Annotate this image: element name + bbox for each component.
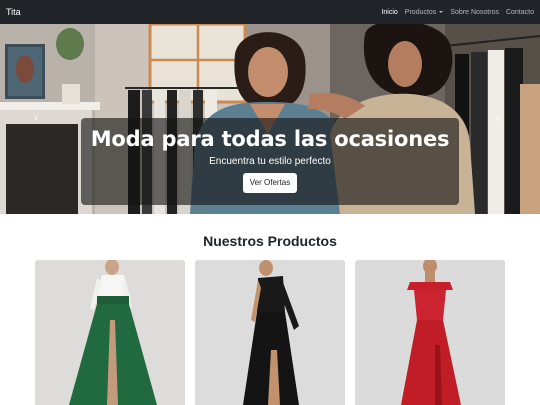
caret-down-icon: [439, 11, 444, 13]
hero-subtitle: Encuentra tu estilo perfecto: [209, 156, 331, 167]
nav-link-sobre-nosotros[interactable]: Sobre Nosotros: [450, 9, 499, 16]
product-card[interactable]: [35, 260, 185, 405]
chevron-right-icon[interactable]: ›: [495, 110, 500, 125]
hero-caption: Moda para todas las ocasiones Encuentra …: [81, 118, 459, 205]
brand-logo[interactable]: Tita: [6, 7, 21, 17]
nav-links: Inicio Productos Sobre Nosotros Contacto: [381, 9, 534, 16]
nav-link-contacto[interactable]: Contacto: [506, 9, 534, 16]
hero-title: Moda para todas las ocasiones: [90, 127, 450, 151]
product-image-black-gown: [195, 260, 345, 405]
product-card[interactable]: [195, 260, 345, 405]
product-image-green-gown: [35, 260, 185, 405]
product-card[interactable]: [355, 260, 505, 405]
nav-link-inicio[interactable]: Inicio: [381, 9, 397, 16]
chevron-left-icon[interactable]: ‹: [34, 110, 39, 125]
ver-ofertas-button[interactable]: Ver Ofertas: [242, 173, 298, 193]
nav-link-productos[interactable]: Productos: [405, 9, 444, 16]
nav-link-productos-label: Productos: [404, 8, 437, 16]
hero-carousel: ‹ › Moda para todas las ocasiones Encuen…: [0, 24, 540, 214]
product-image-red-gown: [355, 260, 505, 405]
navbar: Tita Inicio Productos Sobre Nosotros Con…: [0, 0, 540, 24]
products-section-title: Nuestros Productos: [203, 233, 337, 249]
